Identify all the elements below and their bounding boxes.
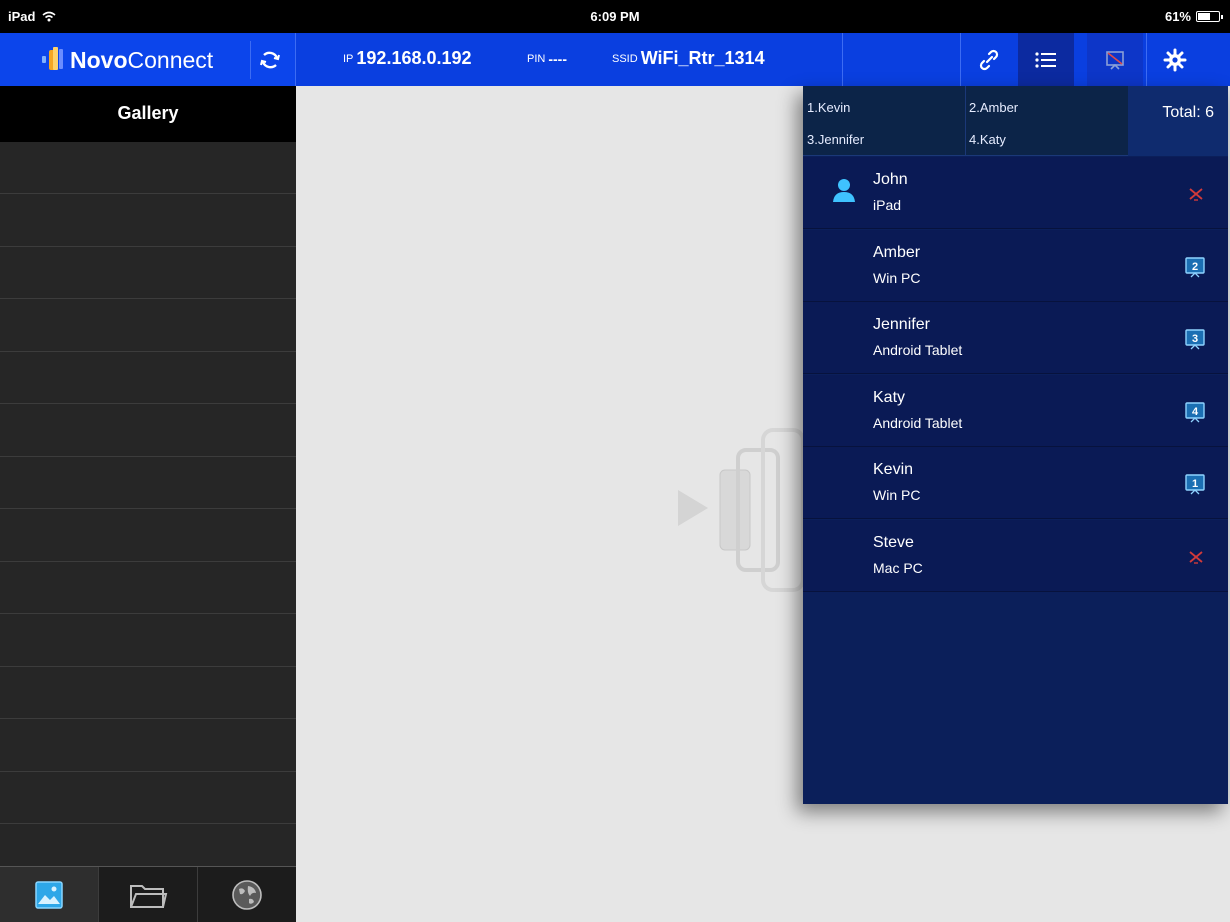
gallery-row[interactable] — [0, 194, 296, 247]
screen-off-icon — [1106, 50, 1124, 70]
status-bar: iPad 6:09 PM 61% — [0, 0, 1230, 33]
participant-name: Amber — [873, 243, 921, 261]
gallery-row[interactable] — [0, 667, 296, 719]
presenter-slot-icon[interactable]: 1 — [1184, 473, 1206, 500]
presenter-slot-1: 1.Kevin — [807, 100, 851, 115]
svg-text:2: 2 — [1192, 261, 1198, 273]
svg-text:1: 1 — [1192, 478, 1198, 490]
folder-icon — [130, 884, 168, 908]
participant-row[interactable]: Amber Win PC 2 — [803, 229, 1228, 302]
participant-row[interactable]: Jennifer Android Tablet 3 — [803, 302, 1228, 374]
presenter-slot-3: 3.Jennifer — [807, 132, 865, 147]
participant-row[interactable]: John iPad — [803, 157, 1228, 229]
refresh-icon — [259, 51, 280, 69]
pin-info: PIN ---- — [527, 51, 567, 67]
link-button[interactable] — [961, 33, 1017, 86]
not-presenting-icon[interactable] — [1186, 546, 1206, 571]
participant-name: Kevin — [873, 461, 914, 478]
gallery-row[interactable] — [0, 772, 296, 824]
ssid-info: SSID WiFi_Rtr_1314 — [612, 48, 765, 68]
participant-total: Total: 6 — [1128, 86, 1228, 156]
gallery-sidebar: Gallery — [0, 86, 296, 922]
presenter-slot-icon[interactable]: 4 — [1184, 401, 1206, 428]
toolbar-divider — [842, 33, 843, 86]
tab-files[interactable] — [99, 867, 198, 922]
gear-icon — [1163, 48, 1187, 71]
gallery-row[interactable] — [0, 352, 296, 404]
participant-list-button[interactable] — [1018, 33, 1074, 86]
app-name: NovoConnect — [70, 47, 214, 73]
presenter-slots: 1.Kevin 2.Amber 3.Jennifer 4.Katy Total:… — [803, 86, 1228, 156]
not-presenting-icon[interactable] — [1186, 183, 1206, 208]
participants-panel: 1.Kevin 2.Amber 3.Jennifer 4.Katy Total:… — [803, 86, 1228, 804]
svg-text:4: 4 — [1192, 406, 1199, 418]
app-toolbar: NovoConnect IP 192.168.0.192 PIN ---- SSID… — [0, 33, 1230, 86]
participant-device: iPad — [873, 197, 902, 213]
participant-name: Katy — [873, 388, 906, 406]
gallery-row[interactable] — [0, 457, 296, 509]
novo-watermark-icon — [668, 420, 808, 605]
presenter-slot-2: 2.Amber — [969, 100, 1019, 115]
participant-device: Android Tablet — [873, 414, 963, 431]
gallery-row[interactable] — [0, 247, 296, 299]
participant-device: Win PC — [873, 269, 921, 286]
settings-button[interactable] — [1147, 33, 1203, 86]
novo-logo-icon — [40, 45, 66, 78]
globe-icon — [232, 879, 262, 910]
sidebar-tabbar — [0, 866, 296, 922]
participant-row[interactable]: Steve Mac PC — [803, 519, 1228, 592]
participant-row[interactable]: Katy Android Tablet 4 — [803, 374, 1228, 447]
svg-text:3: 3 — [1192, 333, 1198, 345]
gallery-title: Gallery — [0, 86, 296, 142]
battery-percent: 61% — [1164, 9, 1191, 24]
participant-row[interactable]: Kevin Win PC 1 — [803, 447, 1228, 519]
clock: 6:09 PM — [590, 9, 640, 24]
refresh-button[interactable] — [250, 41, 288, 79]
gallery-row[interactable] — [0, 614, 296, 667]
brand-area: NovoConnect — [0, 33, 296, 86]
gallery-row[interactable] — [0, 509, 296, 562]
gallery-row[interactable] — [0, 299, 296, 352]
ip-info: IP 192.168.0.192 — [343, 48, 472, 68]
tab-gallery[interactable] — [0, 867, 99, 922]
gallery-row[interactable] — [0, 142, 296, 194]
tab-web[interactable] — [198, 867, 296, 922]
battery-icon — [1196, 11, 1223, 22]
participant-name: Jennifer — [873, 316, 930, 333]
participant-name: Steve — [873, 533, 914, 551]
gallery-row[interactable] — [0, 562, 296, 614]
list-icon — [1035, 51, 1056, 68]
participant-device: Android Tablet — [873, 342, 963, 358]
participant-name: John — [873, 171, 908, 188]
participant-device: Mac PC — [873, 559, 923, 576]
gallery-row[interactable] — [0, 404, 296, 457]
participant-device: Win PC — [873, 487, 921, 503]
presenter-slot-4: 4.Katy — [969, 132, 1006, 147]
user-self-icon — [831, 177, 857, 208]
gallery-row[interactable] — [0, 719, 296, 772]
image-icon — [35, 880, 63, 909]
link-icon — [979, 49, 999, 70]
presenter-slot-icon[interactable]: 3 — [1184, 328, 1206, 355]
screen-off-button[interactable] — [1087, 33, 1143, 86]
presenter-slot-icon[interactable]: 2 — [1184, 256, 1206, 283]
